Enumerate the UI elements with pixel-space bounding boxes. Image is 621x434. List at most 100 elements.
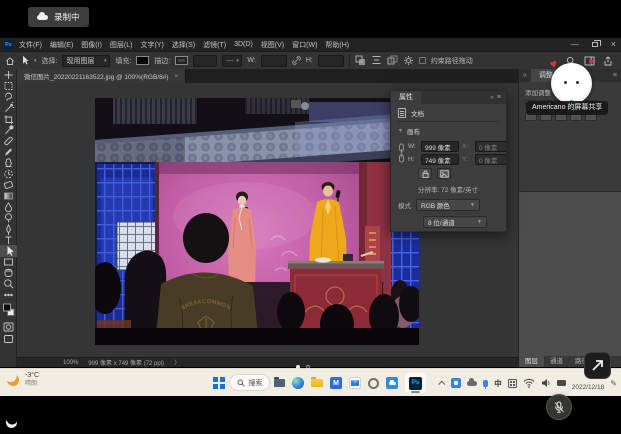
tool-pen[interactable] xyxy=(7,225,11,235)
lock-icon-button[interactable] xyxy=(418,168,432,179)
width-field[interactable] xyxy=(261,55,287,67)
close-button[interactable]: × xyxy=(611,38,616,51)
menu-help[interactable]: 帮助(H) xyxy=(325,40,349,50)
tray-mic-icon[interactable] xyxy=(483,380,488,387)
tab-layers[interactable]: 图层 xyxy=(519,356,544,367)
start-button[interactable] xyxy=(213,377,225,389)
restore-button[interactable] xyxy=(592,42,598,47)
menu-layer[interactable]: 图层(L) xyxy=(110,40,133,50)
prop-w-input[interactable]: 999 像素 xyxy=(421,141,459,152)
ime-grid-icon[interactable] xyxy=(508,379,517,388)
share-icon[interactable] xyxy=(603,56,613,66)
menu-image[interactable]: 图像(I) xyxy=(81,40,102,50)
link-wh-icon[interactable] xyxy=(398,143,405,163)
tool-quick-selection[interactable] xyxy=(6,102,15,112)
folder-icon[interactable] xyxy=(311,379,323,387)
tool-brush[interactable] xyxy=(5,149,12,156)
constrain-path-checkbox[interactable] xyxy=(419,57,426,64)
panel-menu-icon[interactable]: ≡ xyxy=(613,72,617,79)
mode-dropdown[interactable]: RGB 颜色▼ xyxy=(416,199,480,211)
path-operations-icon[interactable] xyxy=(355,55,366,66)
stroke-color-swatch[interactable] xyxy=(175,56,188,65)
prop-y-input[interactable]: 0 像素 xyxy=(475,154,507,165)
canvas-section-caret-icon[interactable]: ▼ xyxy=(398,128,403,134)
tray-cloud-icon[interactable] xyxy=(467,381,477,386)
wifi-icon[interactable] xyxy=(523,378,535,388)
path-arrangement-icon[interactable] xyxy=(387,55,398,66)
photoshop-taskbar-icon[interactable]: Ps xyxy=(405,373,426,393)
battery-icon[interactable] xyxy=(557,380,566,386)
menu-3d[interactable]: 3D(D) xyxy=(234,41,253,48)
status-chevron-icon[interactable]: 〉 xyxy=(174,358,180,367)
link-dimensions-icon[interactable] xyxy=(292,56,301,65)
properties-collapse-icon[interactable]: » xyxy=(490,94,494,101)
menu-type[interactable]: 文字(Y) xyxy=(140,40,163,50)
search-input[interactable]: 搜索 xyxy=(229,374,270,391)
menu-window[interactable]: 窗口(W) xyxy=(292,40,317,50)
mail-app-icon[interactable] xyxy=(349,377,361,389)
tool-marquee[interactable] xyxy=(5,83,12,90)
explorer-dark-icon[interactable] xyxy=(274,379,285,387)
edge-browser-icon[interactable] xyxy=(292,377,304,389)
menu-select[interactable]: 选择(S) xyxy=(172,40,195,50)
stroke-style-dropdown[interactable]: —▾ xyxy=(222,55,242,67)
prop-x-input[interactable]: 0 像素 xyxy=(475,141,507,152)
carousel-dot[interactable] xyxy=(306,365,310,369)
menu-edit[interactable]: 编辑(E) xyxy=(50,40,73,50)
tool-lasso[interactable] xyxy=(6,93,12,101)
tool-move[interactable] xyxy=(5,71,13,79)
minimize-button[interactable]: — xyxy=(571,38,579,51)
menu-view[interactable]: 视图(V) xyxy=(261,40,284,50)
expand-arrow-overlay[interactable] xyxy=(584,352,611,379)
color-swatches[interactable] xyxy=(4,304,15,316)
tool-crop[interactable] xyxy=(5,116,14,125)
tab-channels[interactable]: 通道 xyxy=(544,356,569,367)
weather-widget[interactable]: -3°C 晴朗 xyxy=(7,372,39,388)
tab-properties[interactable]: 属性 xyxy=(391,91,421,104)
properties-menu-icon[interactable]: ≡ xyxy=(497,94,501,101)
screen-mode-icon[interactable] xyxy=(5,336,13,343)
tool-hand[interactable] xyxy=(5,270,12,277)
tool-clone-stamp[interactable] xyxy=(6,159,12,167)
fill-color-swatch[interactable] xyxy=(136,56,149,65)
height-field[interactable] xyxy=(318,55,344,67)
menu-filter[interactable]: 滤镜(T) xyxy=(203,40,226,50)
bit-depth-dropdown[interactable]: 8 位/通道▼ xyxy=(423,216,487,228)
tool-edit-toolbar[interactable] xyxy=(5,294,13,296)
tool-type[interactable] xyxy=(6,237,12,244)
tool-gradient[interactable] xyxy=(5,193,13,199)
collapse-panels-icon[interactable]: « xyxy=(523,72,527,79)
gear-icon[interactable] xyxy=(403,55,414,66)
cloud-app-icon[interactable] xyxy=(386,377,398,389)
document-tab[interactable]: 微信图片_20220221163522.jpg @ 100%(RGB/8#) × xyxy=(17,69,186,83)
tool-dodge[interactable] xyxy=(6,214,12,223)
tab-close-icon[interactable]: × xyxy=(175,73,179,80)
tool-eyedropper[interactable] xyxy=(6,126,13,134)
clock-date[interactable]: 2022/12/18 xyxy=(572,384,605,391)
tool-healing-brush[interactable] xyxy=(4,137,13,146)
m-app-icon[interactable]: M xyxy=(330,377,342,389)
tool-history-brush[interactable] xyxy=(5,170,13,178)
tool-eraser[interactable] xyxy=(4,181,13,189)
tray-blue-app-icon[interactable] xyxy=(451,378,461,388)
carousel-dot-active[interactable] xyxy=(296,365,300,369)
tool-path-selection[interactable] xyxy=(0,245,17,257)
zoom-level[interactable]: 100% xyxy=(63,360,78,366)
settings-gear-icon[interactable] xyxy=(368,378,379,389)
tool-preset-caret-icon[interactable]: ▾ xyxy=(34,58,37,64)
path-selection-tool-icon[interactable] xyxy=(20,55,29,66)
path-alignment-icon[interactable] xyxy=(371,55,382,66)
pen-icon[interactable]: ✎ xyxy=(610,379,617,388)
canvas-photo[interactable]: BREAKCOMMON xyxy=(95,98,419,345)
screen-share-avatar[interactable]: ♥ ♥ xyxy=(551,63,592,104)
select-mode-dropdown[interactable]: 现用图层▾ xyxy=(62,55,110,67)
tool-shape[interactable] xyxy=(5,259,13,265)
prop-h-input[interactable]: 749 像素 xyxy=(421,154,459,165)
quick-mask-icon[interactable] xyxy=(4,323,13,331)
speaker-icon[interactable] xyxy=(541,378,551,388)
home-icon[interactable] xyxy=(5,56,15,66)
mic-mute-button[interactable] xyxy=(546,394,572,420)
tray-chevron-up-icon[interactable] xyxy=(439,380,446,387)
ime-indicator[interactable]: 中 xyxy=(494,378,502,389)
image-icon-button[interactable] xyxy=(437,168,451,179)
